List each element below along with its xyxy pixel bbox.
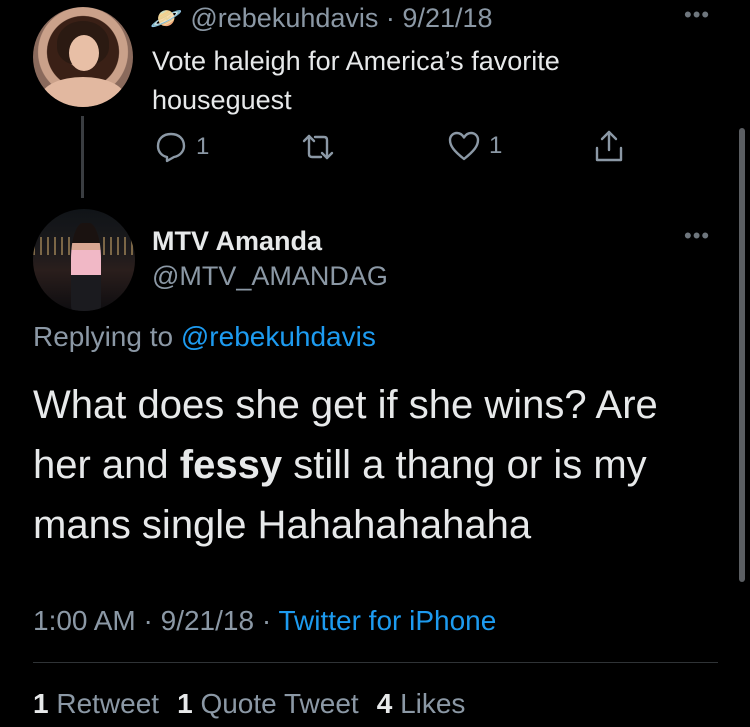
retweets-count: 1 [33,688,49,719]
replying-mention-link[interactable]: @rebekuhdavis [181,321,376,352]
reply-count: 1 [196,133,210,160]
reply-avatar[interactable] [33,209,135,311]
avatar-face [69,35,99,71]
retweet-icon [300,130,336,164]
avatar-figure [71,223,101,311]
reply-icon [154,130,188,164]
reply-text-bold: fessy [179,443,283,487]
parent-text-line-1: Vote haleigh for America’s favorite [152,46,560,76]
retweet-button[interactable] [300,130,336,164]
parent-text-line-2: houseguest [152,85,292,115]
parent-avatar[interactable] [33,7,133,107]
reply-button[interactable]: 1 [154,130,209,164]
saturn-badge-icon: 🪐 [150,3,183,33]
parent-tweet-text: Vote haleigh for America’s favorite hous… [152,42,672,120]
quotes-stat[interactable]: 1 Quote Tweet [177,688,359,719]
heart-icon [447,130,481,162]
quotes-label: Quote Tweet [200,688,359,719]
quotes-count: 1 [177,688,193,719]
tweet-stats: 1 Retweet 1 Quote Tweet 4 Likes [33,688,465,720]
likes-stat[interactable]: 4 Likes [377,688,466,719]
tweet-meta: 1:00 AM · 9/21/18 · Twitter for iPhone [33,605,496,637]
reply-more-icon[interactable]: ••• [684,223,710,249]
reply-display-name[interactable]: MTV Amanda [152,226,322,257]
likes-label: Likes [400,688,466,719]
parent-more-icon[interactable]: ••• [684,2,710,28]
like-button[interactable]: 1 [447,130,502,162]
thread-line [81,116,84,198]
avatar-shoulder [41,77,125,107]
tweet-date: 9/21/18 [160,605,255,636]
like-count: 1 [489,132,503,159]
replying-prefix: Replying to [33,321,174,352]
tweet-time: 1:00 AM [33,605,136,636]
meta-separator-1: · [143,605,153,636]
likes-count: 4 [376,688,393,719]
scrollbar[interactable] [739,128,745,582]
parent-handle[interactable]: @rebekuhdavis [190,3,378,33]
reply-handle[interactable]: @MTV_AMANDAG [152,261,388,292]
retweets-stat[interactable]: 1 Retweet [33,688,159,719]
retweets-label: Retweet [56,688,160,719]
parent-date[interactable]: 9/21/18 [402,3,492,33]
replying-to-line: Replying to @rebekuhdavis [33,321,376,353]
share-icon [592,128,626,164]
parent-header: 🪐 @rebekuhdavis · 9/21/18 [150,3,493,34]
share-button[interactable] [592,128,626,164]
divider [33,662,718,663]
meta-separator-2: · [261,605,272,636]
reply-tweet-text: What does she get if she wins? Are her a… [33,375,713,555]
parent-separator: · [385,3,395,33]
tweet-source-link[interactable]: Twitter for iPhone [278,605,496,636]
